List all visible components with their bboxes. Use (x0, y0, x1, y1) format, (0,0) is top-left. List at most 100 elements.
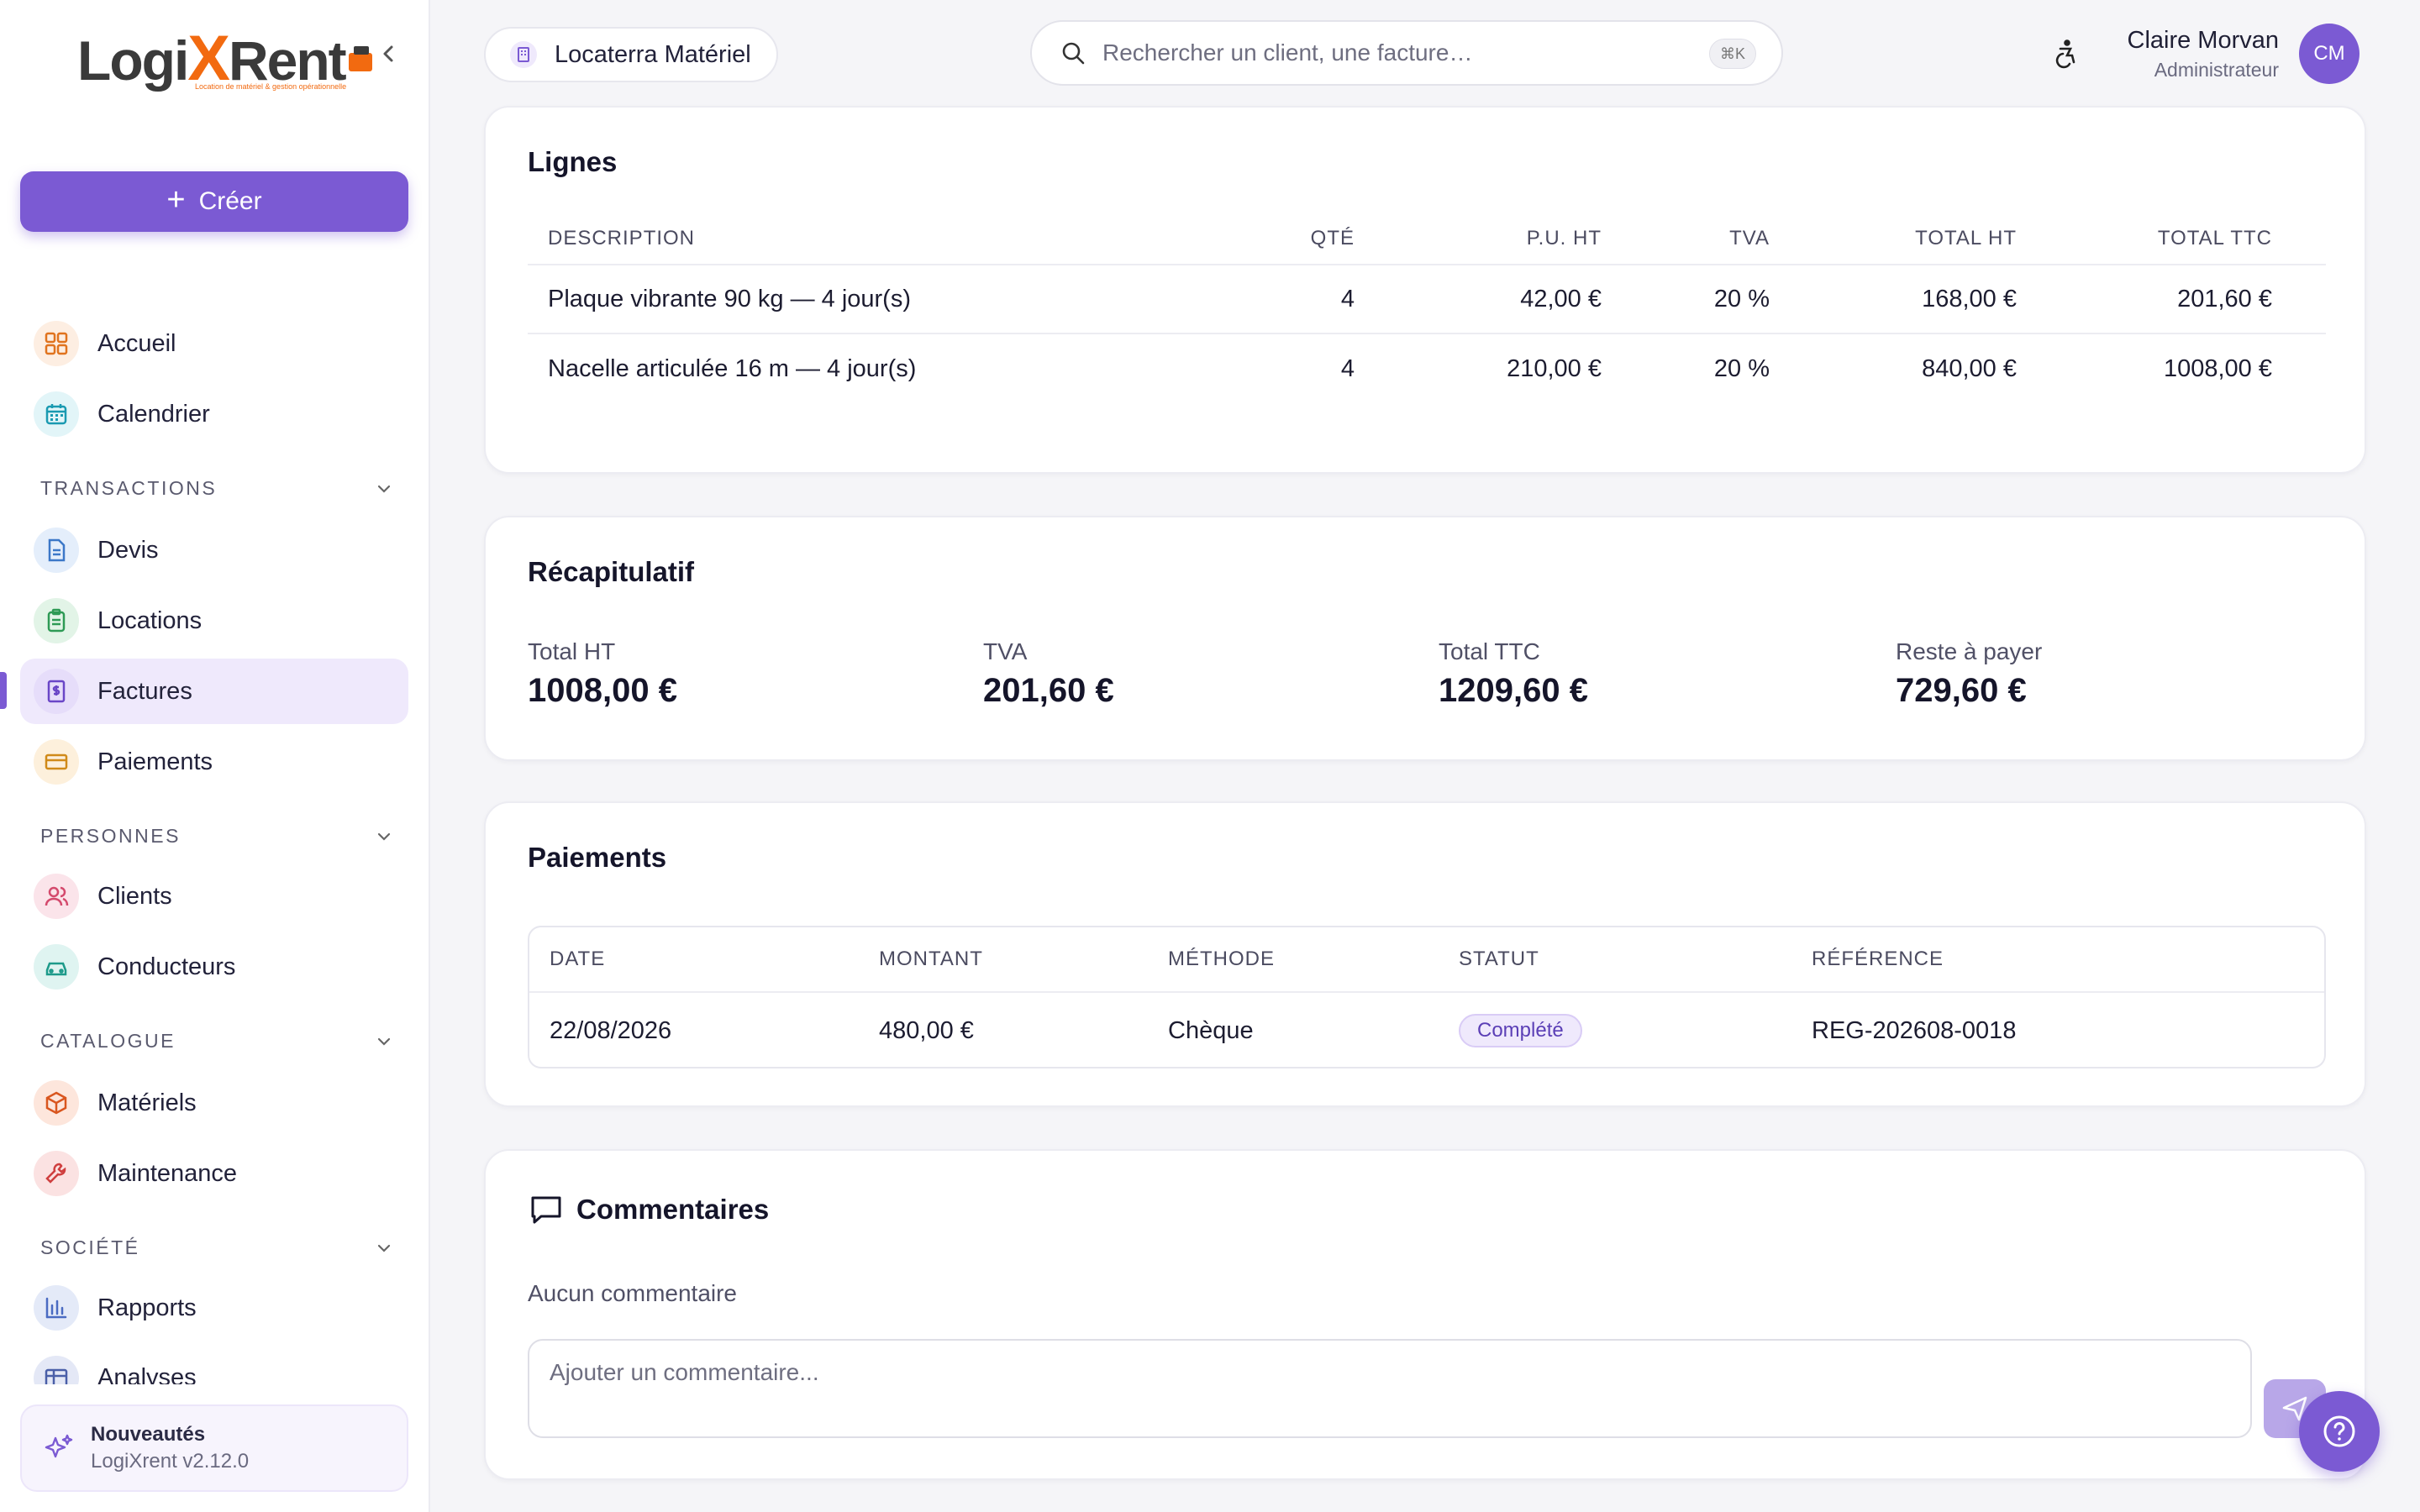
payment-amount: 480,00 € (879, 1016, 974, 1044)
sidebar-item-devis[interactable]: Devis (20, 517, 408, 583)
document-icon (34, 528, 79, 573)
payment-reference: REG-202608-0018 (1812, 1016, 2017, 1044)
lines-table-header: DESCRIPTION QTÉ P.U. HT TVA TOTAL HT TOT… (528, 213, 2326, 265)
payment-date: 22/08/2026 (550, 1016, 672, 1044)
sidebar-item-conducteurs[interactable]: Conducteurs (20, 934, 408, 1000)
app-version: LogiXrent v2.12.0 (91, 1450, 250, 1473)
plus-icon: + (166, 182, 186, 218)
summary-value: 201,60 € (983, 672, 1114, 709)
payments-card: Paiements DATE MONTANT MÉTHODE STATUT RÉ… (484, 801, 2366, 1107)
collapse-sidebar-icon[interactable] (376, 39, 400, 69)
sidebar-item-locations[interactable]: Locations (20, 588, 408, 654)
payment-method: Chèque (1168, 1016, 1254, 1044)
sidebar-item-label: Maintenance (97, 1159, 238, 1187)
lines-card: Lignes DESCRIPTION QTÉ P.U. HT TVA TOTAL… (484, 106, 2366, 474)
chevron-down-icon (377, 1037, 391, 1046)
news-title: Nouveautés (91, 1423, 206, 1446)
search-icon (1062, 42, 1085, 65)
sidebar-item-label: Paiements (97, 748, 213, 775)
line-total-ht: 840,00 € (1922, 354, 2017, 382)
sidebar-item-calendrier[interactable]: Calendrier (20, 381, 408, 447)
sidebar-item-clients[interactable]: Clients (20, 864, 408, 929)
calendar-icon (34, 391, 79, 437)
section-title: PERSONNES (40, 825, 181, 847)
company-selector[interactable]: Locaterra Matériel (484, 27, 778, 82)
table-row[interactable]: 22/08/2026 480,00 € Chèque Complété REG-… (529, 993, 2324, 1068)
summary-remaining: Reste à payer 729,60 € (1896, 638, 2042, 710)
summary-total-ht: Total HT 1008,00 € (528, 638, 677, 710)
sidebar-item-materiels[interactable]: Matériels (20, 1070, 408, 1136)
whats-new-card[interactable]: Nouveautés LogiXrent v2.12.0 (20, 1404, 408, 1492)
card-title: Commentaires (576, 1194, 770, 1225)
payment-status: Complété (1459, 1014, 1812, 1047)
comment-placeholder: Ajouter un commentaire... (550, 1359, 819, 1385)
create-button[interactable]: + Créer (20, 171, 408, 232)
line-total-ttc: 201,60 € (2177, 285, 2272, 312)
section-title: SOCIÉTÉ (40, 1236, 140, 1258)
car-icon (34, 944, 79, 990)
sidebar-item-rapports[interactable]: Rapports (20, 1275, 408, 1341)
logo-truck-icon (348, 46, 372, 71)
comments-header: Commentaires (528, 1191, 769, 1228)
column-header: TOTAL HT (1915, 227, 2017, 249)
line-total-ht: 168,00 € (1922, 285, 2017, 312)
accessibility-icon[interactable] (2050, 37, 2082, 69)
sidebar-item-factures[interactable]: Factures (20, 659, 408, 724)
help-button[interactable] (2299, 1391, 2380, 1472)
empty-comments-message: Aucun commentaire (528, 1280, 738, 1306)
building-icon (510, 41, 537, 68)
bar-chart-icon (34, 1285, 79, 1331)
sidebar-item-label: Devis (97, 536, 159, 564)
line-unit-price: 42,00 € (1520, 285, 1602, 312)
payments-table-header: DATE MONTANT MÉTHODE STATUT RÉFÉRENCE (529, 927, 2324, 993)
column-header: MONTANT (879, 948, 983, 970)
summary-label: Total TTC (1439, 638, 1540, 664)
clipboard-icon (34, 598, 79, 643)
column-header: TOTAL TTC (2157, 227, 2272, 249)
comments-card: Commentaires Aucun commentaire Ajouter u… (484, 1149, 2366, 1480)
search-shortcut-badge: ⌘K (1708, 39, 1756, 69)
logo[interactable]: Logi X Rent Location de matériel & gesti… (77, 22, 376, 95)
section-catalogue[interactable]: CATALOGUE (40, 1030, 393, 1053)
summary-label: TVA (983, 638, 1028, 664)
summary-label: Total HT (528, 638, 616, 664)
create-button-label: Créer (198, 187, 262, 215)
invoice-icon (34, 669, 79, 714)
sidebar-item-maintenance[interactable]: Maintenance (20, 1141, 408, 1206)
section-personnes[interactable]: PERSONNES (40, 825, 393, 848)
avatar[interactable]: CM (2299, 24, 2360, 84)
grid-icon (34, 321, 79, 366)
line-description: Plaque vibrante 90 kg — 4 jour(s) (548, 285, 911, 312)
column-header: TVA (1729, 227, 1770, 249)
card-icon (34, 739, 79, 785)
summary-tva: TVA 201,60 € (983, 638, 1114, 710)
column-header: P.U. HT (1526, 227, 1602, 249)
sidebar-item-label: Analyses (97, 1364, 197, 1384)
logo-text: Logi (77, 29, 189, 92)
section-societe[interactable]: SOCIÉTÉ (40, 1236, 393, 1259)
sidebar-item-accueil[interactable]: Accueil (20, 311, 408, 376)
status-badge: Complété (1459, 1014, 1582, 1047)
comment-input[interactable]: Ajouter un commentaire... (528, 1339, 2252, 1438)
summary-total-ttc: Total TTC 1209,60 € (1439, 638, 1588, 710)
column-header: RÉFÉRENCE (1812, 948, 1944, 970)
chevron-down-icon (377, 485, 391, 493)
sidebar-item-label: Accueil (97, 329, 176, 357)
sidebar-item-analyses[interactable]: Analyses (20, 1346, 408, 1384)
line-vat: 20 % (1713, 285, 1770, 312)
section-transactions[interactable]: TRANSACTIONS (40, 477, 393, 500)
company-name: Locaterra Matériel (555, 40, 751, 68)
column-header: MÉTHODE (1168, 948, 1275, 970)
user-role: Administrateur (2154, 59, 2279, 81)
message-icon (531, 1196, 561, 1224)
logo-tagline: Location de matériel & gestion opération… (195, 82, 347, 91)
sparkles-icon (45, 1434, 73, 1458)
column-header: STATUT (1459, 948, 1539, 970)
sidebar-item-paiements[interactable]: Paiements (20, 729, 408, 795)
search-input[interactable]: Rechercher un client, une facture… ⌘K (1030, 20, 1783, 86)
table-icon (34, 1356, 79, 1384)
search-placeholder: Rechercher un client, une facture… (1102, 39, 1473, 66)
column-header: QTÉ (1310, 227, 1355, 249)
summary-value: 1008,00 € (528, 672, 677, 709)
user-name[interactable]: Claire Morvan (2128, 27, 2280, 55)
